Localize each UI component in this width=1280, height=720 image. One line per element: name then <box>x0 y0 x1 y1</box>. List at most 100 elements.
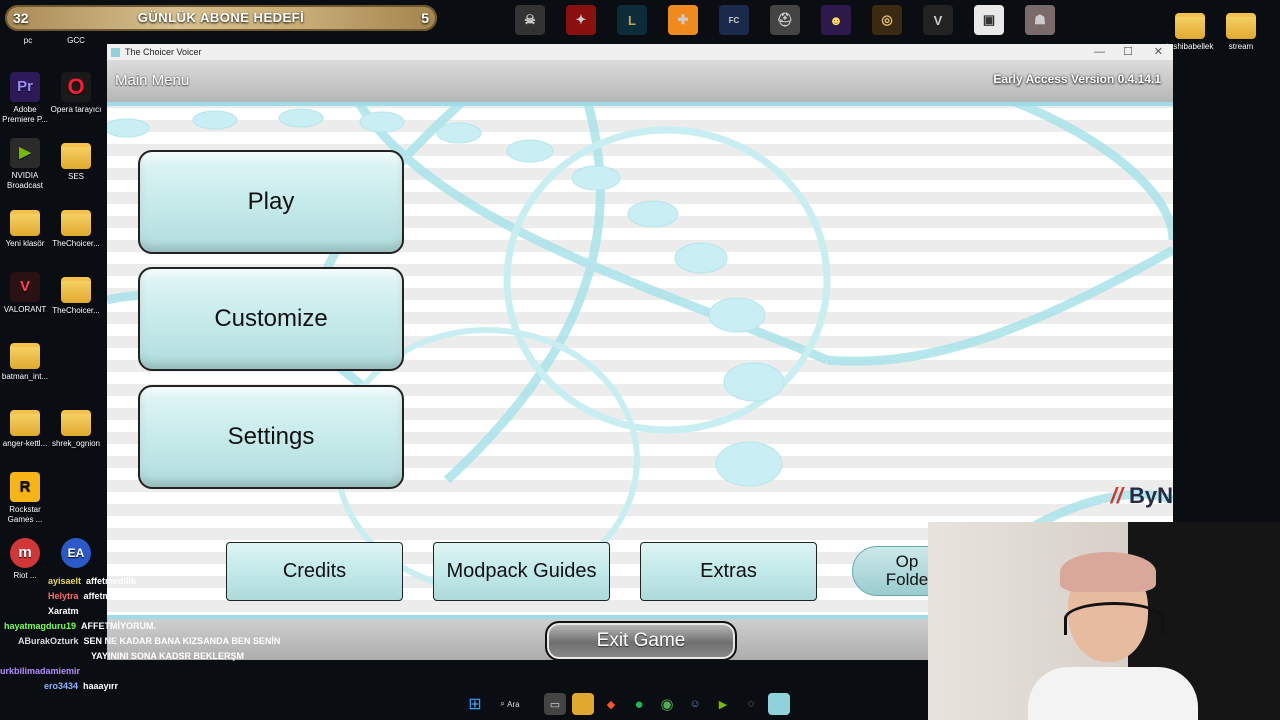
chat-message: ayisaelt affetmedilik <box>0 574 330 589</box>
desktop-icon-valorant[interactable]: V VALORANT <box>0 272 53 315</box>
folder-icon <box>61 143 91 169</box>
folder-icon <box>1175 13 1205 39</box>
nvidia-broadcast-icon: ▶ <box>10 138 40 168</box>
desktop-icon-shrek[interactable]: shrek_ognion <box>48 405 104 449</box>
rockstar-icon: R <box>10 472 40 502</box>
discord-icon[interactable]: ☺ <box>684 693 706 715</box>
desktop-icon-game-6[interactable]: ⛑ <box>767 5 803 35</box>
brave-icon[interactable]: ◆ <box>600 693 622 715</box>
game-icon: ☻ <box>821 5 851 35</box>
extras-button[interactable]: Extras <box>640 542 817 601</box>
play-button[interactable]: Play <box>138 150 404 254</box>
desktop-icon-label: GCC <box>67 36 85 45</box>
desktop-icon-game-11[interactable]: ☗ <box>1022 5 1058 35</box>
search-label: Ara <box>507 699 520 709</box>
subscriber-goal-bar: 32 GÜNLÜK ABONE HEDEFİ 5 <box>5 5 437 31</box>
chat-text: AFFETMİYORUM. <box>81 621 157 631</box>
desktop-icon-label: Adobe Premiere P... <box>2 105 48 124</box>
folder-icon <box>61 277 91 303</box>
desktop-icon-premiere[interactable]: Pr Adobe Premiere P... <box>0 72 53 125</box>
taskbar-search[interactable]: ⌕ Ara <box>492 693 528 715</box>
chat-username: ero3434 <box>44 681 79 691</box>
desktop-icon-rockstar[interactable]: R Rockstar Games ... <box>0 472 53 525</box>
chrome-icon[interactable]: ◉ <box>656 693 678 715</box>
app-icon <box>111 48 120 58</box>
minimize-icon[interactable]: — <box>1094 44 1105 60</box>
modpack-guides-button[interactable]: Modpack Guides <box>433 542 610 601</box>
opera-icon: O <box>61 72 91 102</box>
desktop-icon-game-2[interactable]: ✦ <box>563 5 599 35</box>
close-icon[interactable]: ✕ <box>1154 44 1163 60</box>
exit-game-button[interactable]: Exit Game <box>545 621 737 660</box>
game-icon: ✚ <box>668 5 698 35</box>
game-icon: ▣ <box>974 5 1004 35</box>
desktop-icon-label: shrek_ognion <box>51 439 101 448</box>
desktop-icon-game-7[interactable]: ☻ <box>818 5 854 35</box>
maximize-icon[interactable]: ☐ <box>1123 44 1133 60</box>
desktop-icon-nvidia-broadcast[interactable]: ▶ NVIDIA Broadcast <box>0 138 53 191</box>
game-icon: V <box>923 5 953 35</box>
desktop-icon-label: anger-kettl... <box>2 439 48 448</box>
folder-icon <box>10 343 40 369</box>
desktop-icon-yeni-klasor[interactable]: Yeni klasör <box>0 205 53 249</box>
customize-button[interactable]: Customize <box>138 267 404 371</box>
desktop-icon-stream[interactable]: stream <box>1213 8 1269 52</box>
desktop-icon-game-5[interactable]: FC <box>716 5 752 35</box>
ea-icon: EA <box>61 538 91 568</box>
desktop-icon-game-1[interactable]: ☠ <box>512 5 548 35</box>
window-titlebar: The Choicer Voicer — ☐ ✕ <box>107 44 1173 60</box>
brand-mark-icon: // <box>1110 483 1123 508</box>
settings-button[interactable]: Settings <box>138 385 404 489</box>
desktop-icon-gcc[interactable]: GCC <box>48 36 104 46</box>
goal-target-count: 5 <box>421 10 429 26</box>
chat-text: SEN NE KADAR BANA KIZSANDA BEN SENİN <box>83 636 281 646</box>
chat-username: Helytra <box>48 591 79 601</box>
chat-username: hayatmagduru19 <box>4 621 77 631</box>
obs-icon[interactable]: ◌ <box>740 693 762 715</box>
menu-title: Main Menu <box>115 72 190 89</box>
brand-logo: // ByN <box>1111 483 1173 509</box>
task-view-icon[interactable]: ▭ <box>544 693 566 715</box>
chat-text: haaayırr <box>83 681 119 691</box>
desktop-icon-game-9[interactable]: V <box>920 5 956 35</box>
chat-message: urkbilimadamiemir <box>0 664 330 679</box>
desktop-icon-batman[interactable]: batman_int... <box>0 338 53 382</box>
chat-text: affetmedilik <box>83 591 134 601</box>
desktop-icon-label: NVIDIA Broadcast <box>6 171 44 190</box>
spotify-icon[interactable]: ● <box>628 693 650 715</box>
webcam-hair <box>1060 552 1156 592</box>
choicer-voicer-taskbar-icon[interactable] <box>768 693 790 715</box>
desktop-icon-label: pc <box>23 36 33 45</box>
chat-message: YAYININI SONA KADSR BEKLERŞM <box>0 649 330 664</box>
desktop-icon-label: Yeni klasör <box>5 239 45 248</box>
game-icon: L <box>617 5 647 35</box>
chat-message: Xaratm <box>0 604 330 619</box>
folder-icon <box>10 210 40 236</box>
version-label: Early Access Version 0.4.14.1 <box>993 72 1161 86</box>
file-explorer-icon[interactable] <box>572 693 594 715</box>
desktop-icon-game-4[interactable]: ✚ <box>665 5 701 35</box>
chat-message: hayatmagduru19 AFFETMİYORUM. <box>0 619 330 634</box>
desktop-icon-ses[interactable]: SES <box>48 138 104 182</box>
desktop-icon-ea[interactable]: EA <box>48 538 104 571</box>
desktop-icon-anger-kettle[interactable]: anger-kettl... <box>0 405 53 449</box>
start-icon[interactable]: ⊞ <box>464 693 486 715</box>
desktop-icon-label: Rockstar Games ... <box>7 505 43 524</box>
chat-username: ayisaelt <box>48 576 82 586</box>
desktop-icon-label: TheChoicer... <box>52 306 100 315</box>
desktop-icon-opera[interactable]: O Opera tarayıcı <box>48 72 104 115</box>
premiere-pro-icon: Pr <box>10 72 40 102</box>
valorant-icon: V <box>10 272 40 302</box>
chat-message: ero3434 haaayırr <box>0 679 330 694</box>
game-icon: ⛑ <box>770 5 800 35</box>
desktop-icon-game-8[interactable]: ◎ <box>869 5 905 35</box>
nvidia-icon[interactable]: ▶ <box>712 693 734 715</box>
desktop-icon-game-3[interactable]: L <box>614 5 650 35</box>
webcam-overlay <box>928 522 1280 720</box>
desktop-icon-label: tashibabellek <box>1166 42 1214 51</box>
chat-username: urkbilimadamiemir <box>0 666 81 676</box>
desktop-icon-game-10[interactable]: ▣ <box>971 5 1007 35</box>
desktop-icon-thechoicer-1[interactable]: TheChoicer... <box>48 205 104 249</box>
game-icon: ✦ <box>566 5 596 35</box>
desktop-icon-thechoicer-2[interactable]: TheChoicer... <box>48 272 104 316</box>
